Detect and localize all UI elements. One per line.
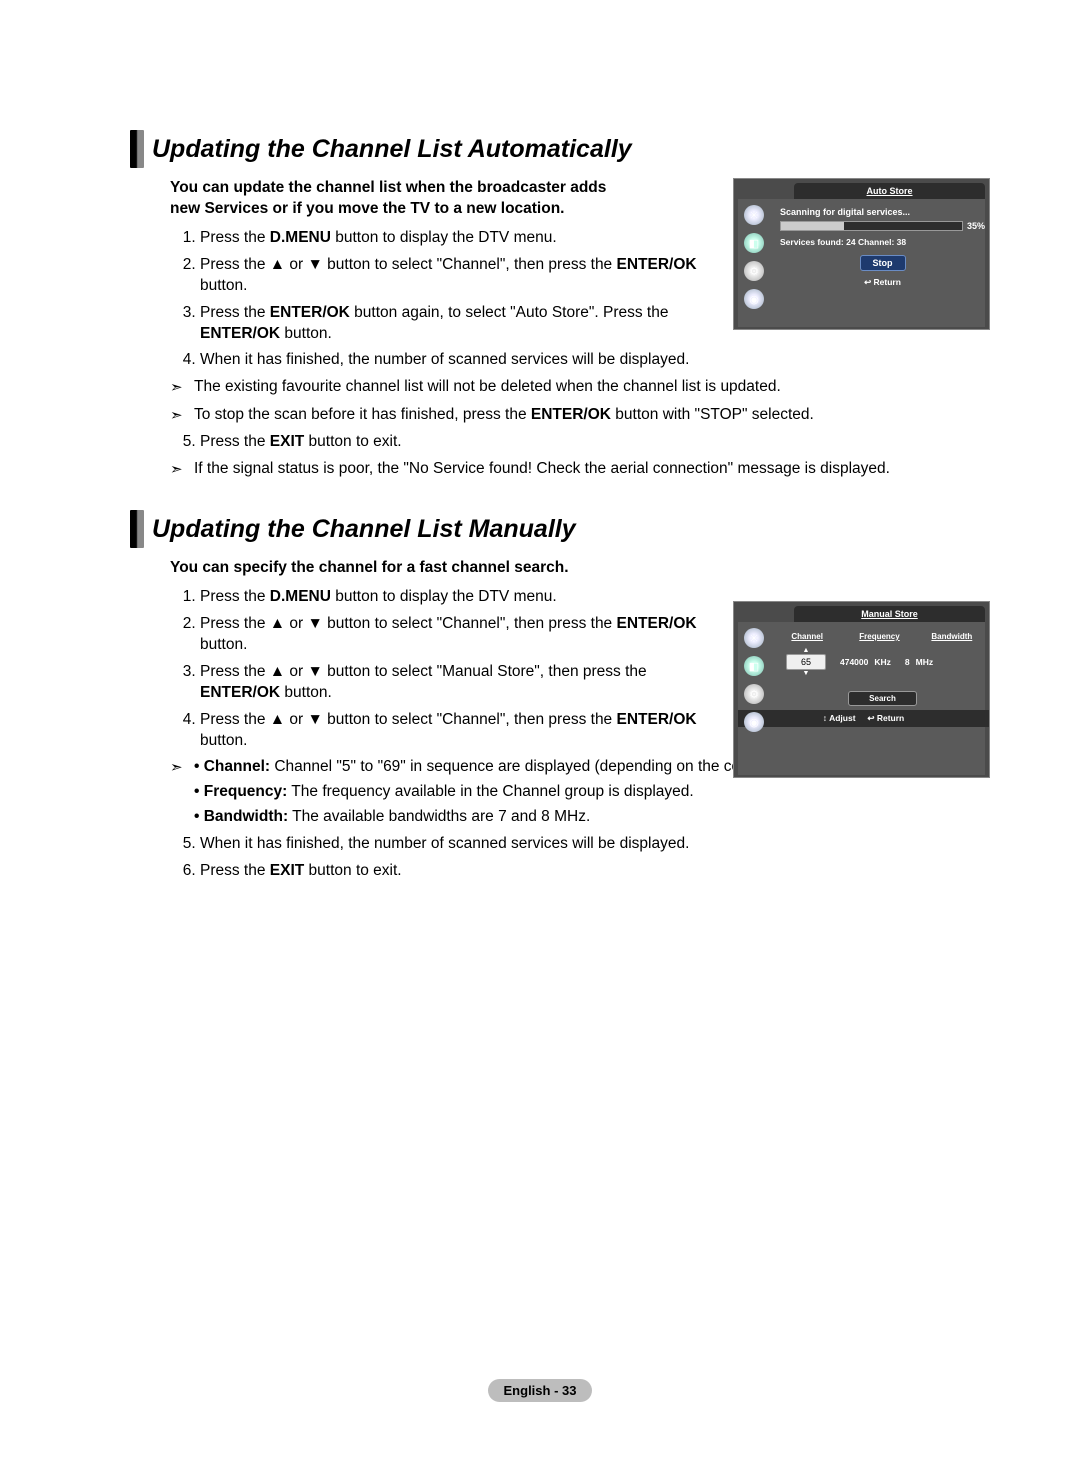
search-button[interactable]: Search [848, 691, 917, 706]
col-frequency: Frequency [852, 632, 906, 641]
tab-auto-store: Auto Store [794, 183, 985, 199]
step-2-5: When it has finished, the number of scan… [200, 834, 990, 855]
step-1-4: When it has finished, the number of scan… [200, 350, 990, 371]
page-number: English - 33 [488, 1379, 593, 1402]
stop-button[interactable]: Stop [860, 255, 906, 271]
section-heading-auto: Updating the Channel List Automatically [130, 130, 990, 168]
scanning-text: Scanning for digital services... [780, 199, 985, 221]
menu-icon: ✳ [744, 628, 764, 648]
section-heading-manual: Updating the Channel List Manually [130, 510, 990, 548]
channel-value[interactable]: 65 [786, 654, 826, 670]
chevron-down-icon[interactable]: ▼ [786, 670, 826, 677]
menu-icon: ◉ [744, 712, 764, 732]
note-1-2: ➣ To stop the scan before it has finishe… [170, 405, 990, 426]
col-channel: Channel [780, 632, 834, 641]
heading-manual: Updating the Channel List Manually [152, 515, 576, 544]
heading-bar-icon [130, 510, 144, 548]
tab-manual-store: Manual Store [794, 606, 985, 622]
heading-bar-icon [130, 130, 144, 168]
screenshot-auto-store: Auto Store ✳ ◧ ⚙ ◉ Scanning for digital … [733, 178, 990, 330]
note-arrow-icon: ➣ [170, 757, 194, 828]
heading-auto: Updating the Channel List Automatically [152, 135, 632, 164]
step-2-6: Press the EXIT button to exit. [200, 861, 990, 882]
return-hint: ↩ Return [867, 713, 904, 723]
menu-icon: ⚙ [744, 261, 764, 281]
intro-manual: You can specify the channel for a fast c… [170, 558, 610, 579]
bandwidth-unit: MHz [916, 657, 933, 667]
frequency-value: 474000 [840, 657, 868, 667]
step-1-5: Press the EXIT button to exit. [200, 432, 990, 453]
note-arrow-icon: ➣ [170, 377, 194, 398]
frequency-unit: KHz [874, 657, 891, 667]
progress-bar [780, 221, 963, 231]
menu-icon: ◉ [744, 289, 764, 309]
screenshot-manual-store: Manual Store ✳ ◧ ⚙ ◉ Channel Frequency B… [733, 601, 990, 778]
note-1-1: ➣ The existing favourite channel list wi… [170, 377, 990, 398]
adjust-hint: ↕ Adjust [823, 713, 856, 723]
progress-percent: 35% [967, 221, 985, 231]
menu-icon: ◧ [744, 233, 764, 253]
bullet-bandwidth: • Bandwidth: The available bandwidths ar… [194, 807, 990, 828]
col-bandwidth: Bandwidth [925, 632, 979, 641]
menu-icon: ✳ [744, 205, 764, 225]
note-1-3: ➣ If the signal status is poor, the "No … [170, 459, 990, 480]
note-arrow-icon: ➣ [170, 405, 194, 426]
return-hint: ↩ Return [780, 277, 985, 288]
chevron-up-icon[interactable]: ▲ [786, 647, 826, 654]
menu-icon: ◧ [744, 656, 764, 676]
services-found-text: Services found: 24 Channel: 38 [780, 231, 985, 253]
page-footer: English - 33 [0, 1379, 1080, 1402]
intro-auto: You can update the channel list when the… [170, 178, 610, 220]
bullet-frequency: • Frequency: The frequency available in … [194, 782, 990, 803]
bandwidth-value: 8 [905, 657, 910, 667]
note-arrow-icon: ➣ [170, 459, 194, 480]
menu-icon: ⚙ [744, 684, 764, 704]
